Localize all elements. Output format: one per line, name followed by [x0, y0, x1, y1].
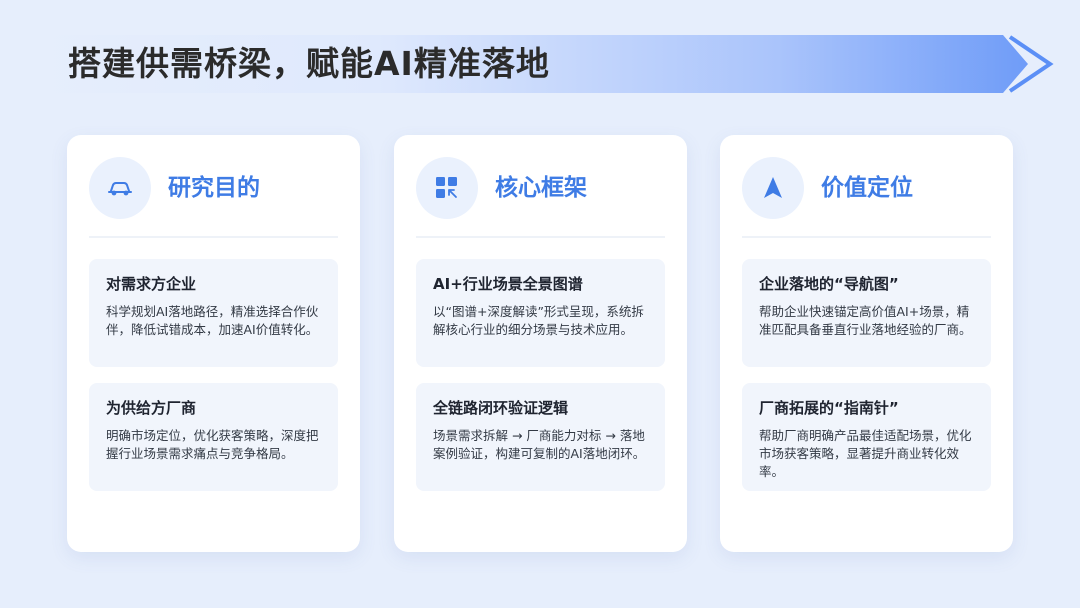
card-item: 对需求方企业 科学规划AI落地路径，精准选择合作伙伴，降低试错成本，加速AI价值… — [89, 259, 338, 367]
navigation-arrow-icon — [764, 177, 782, 198]
card-item: 厂商拓展的“指南针” 帮助厂商明确产品最佳适配场景，优化市场获客策略，显著提升商… — [742, 383, 991, 491]
card-header: 研究目的 — [89, 157, 339, 221]
item-title: 企业落地的“导航图” — [759, 275, 899, 293]
card-item: 企业落地的“导航图” 帮助企业快速锚定高价值AI+场景，精准匹配具备垂直行业落地… — [742, 259, 991, 367]
divider — [89, 236, 338, 238]
card-icon-badge — [416, 157, 478, 219]
divider — [742, 236, 991, 238]
item-body: 帮助企业快速锚定高价值AI+场景，精准匹配具备垂直行业落地经验的厂商。 — [759, 304, 972, 337]
card-title: 核心框架 — [495, 175, 587, 201]
divider — [416, 236, 665, 238]
card-value-positioning: 价值定位 企业落地的“导航图” 帮助企业快速锚定高价值AI+场景，精准匹配具备垂… — [720, 135, 1013, 552]
item-title: 全链路闭环验证逻辑 — [433, 399, 569, 417]
item-body: 明确市场定位，优化获客策略，深度把握行业场景需求痛点与竞争格局。 — [106, 428, 319, 461]
card-item: 为供给方厂商 明确市场定位，优化获客策略，深度把握行业场景需求痛点与竞争格局。 — [89, 383, 338, 491]
car-icon — [108, 182, 132, 196]
item-body: 科学规划AI落地路径，精准选择合作伙伴，降低试错成本，加速AI价值转化。 — [106, 304, 319, 337]
card-icon-badge — [89, 157, 151, 219]
item-title: AI+行业场景全景图谱 — [433, 275, 583, 293]
card-research-purpose: 研究目的 对需求方企业 科学规划AI落地路径，精准选择合作伙伴，降低试错成本，加… — [67, 135, 360, 552]
page-title: 搭建供需桥梁，赋能AI精准落地 — [68, 44, 550, 83]
card-header: 价值定位 — [742, 157, 992, 221]
item-title: 厂商拓展的“指南针” — [759, 399, 899, 417]
card-item: AI+行业场景全景图谱 以“图谱+深度解读”形式呈现，系统拆解核心行业的细分场景… — [416, 259, 665, 367]
card-header: 核心框架 — [416, 157, 666, 221]
card-icon-badge — [742, 157, 804, 219]
chevron-right-icon — [1008, 35, 1054, 93]
item-body: 帮助厂商明确产品最佳适配场景，优化市场获客策略，显著提升商业转化效率。 — [759, 428, 972, 479]
card-core-framework: 核心框架 AI+行业场景全景图谱 以“图谱+深度解读”形式呈现，系统拆解核心行业… — [394, 135, 687, 552]
item-title: 为供给方厂商 — [106, 399, 197, 417]
card-item: 全链路闭环验证逻辑 场景需求拆解 → 厂商能力对标 → 落地案例验证，构建可复制… — [416, 383, 665, 491]
item-body: 场景需求拆解 → 厂商能力对标 → 落地案例验证，构建可复制的AI落地闭环。 — [433, 428, 646, 461]
card-title: 价值定位 — [821, 175, 913, 201]
item-title: 对需求方企业 — [106, 275, 197, 293]
grid-icon — [436, 177, 457, 198]
item-body: 以“图谱+深度解读”形式呈现，系统拆解核心行业的细分场景与技术应用。 — [433, 304, 644, 337]
card-title: 研究目的 — [168, 175, 260, 201]
